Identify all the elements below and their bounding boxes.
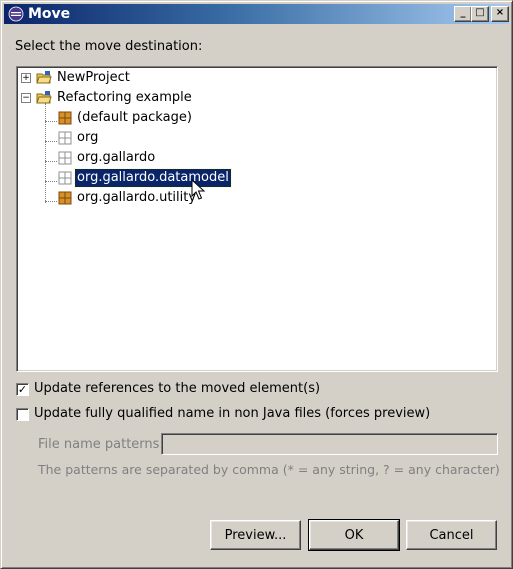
update-qualified-names-checkbox[interactable] bbox=[16, 408, 29, 421]
tree-item-label: NewProject bbox=[57, 70, 130, 85]
preview-button[interactable]: Preview... bbox=[210, 520, 301, 550]
title-bar[interactable]: Move _ □ × bbox=[4, 4, 509, 24]
empty-package-icon bbox=[58, 131, 72, 145]
file-name-patterns-input[interactable] bbox=[161, 433, 498, 455]
tree-item-newproject[interactable]: + NewProject bbox=[17, 69, 495, 87]
close-button[interactable]: × bbox=[491, 6, 509, 22]
ok-button[interactable]: OK bbox=[308, 519, 400, 551]
maximize-button[interactable]: □ bbox=[471, 6, 489, 22]
project-folder-icon bbox=[36, 91, 52, 104]
minimize-button[interactable]: _ bbox=[454, 6, 472, 22]
tree-item-org-gallardo-datamodel[interactable]: org.gallardo.datamodel bbox=[17, 168, 495, 188]
tree-item-label: org.gallardo.utility bbox=[77, 190, 197, 205]
tree-item-default-package[interactable]: (default package) bbox=[17, 109, 495, 127]
tree-item-label: org bbox=[77, 130, 99, 145]
package-icon bbox=[58, 191, 72, 205]
tree-item-label: Refactoring example bbox=[57, 90, 192, 105]
tree-item-label: (default package) bbox=[77, 110, 192, 125]
destination-tree[interactable]: + NewProject − Refactoring example (defa… bbox=[16, 66, 498, 372]
project-folder-icon bbox=[36, 71, 52, 84]
package-icon bbox=[58, 111, 72, 125]
move-dialog: Move _ □ × Select the move destination: … bbox=[0, 0, 513, 569]
eclipse-icon bbox=[8, 6, 24, 22]
destination-prompt: Select the move destination: bbox=[15, 39, 203, 54]
cancel-button[interactable]: Cancel bbox=[406, 520, 497, 550]
window-title: Move bbox=[28, 6, 71, 22]
tree-item-org-gallardo[interactable]: org.gallardo bbox=[17, 149, 495, 167]
tree-item-org[interactable]: org bbox=[17, 129, 495, 147]
empty-package-icon bbox=[58, 171, 72, 185]
file-name-patterns-label: File name patterns: bbox=[38, 437, 164, 452]
tree-item-org-gallardo-utility[interactable]: org.gallardo.utility bbox=[17, 189, 495, 207]
tree-item-label: org.gallardo bbox=[77, 150, 156, 165]
collapse-icon[interactable]: − bbox=[21, 93, 31, 103]
update-qualified-names-label[interactable]: Update fully qualified name in non Java … bbox=[34, 406, 430, 421]
mouse-cursor-icon bbox=[191, 179, 206, 200]
update-references-label[interactable]: Update references to the moved element(s… bbox=[34, 381, 320, 396]
update-references-checkbox[interactable]: ✓ bbox=[16, 383, 29, 396]
tree-item-label: org.gallardo.datamodel bbox=[74, 168, 232, 188]
patterns-hint: The patterns are separated by comma (* =… bbox=[38, 462, 500, 477]
empty-package-icon bbox=[58, 151, 72, 165]
expand-icon[interactable]: + bbox=[21, 73, 31, 83]
tree-item-refactoring-example[interactable]: − Refactoring example bbox=[17, 89, 495, 107]
